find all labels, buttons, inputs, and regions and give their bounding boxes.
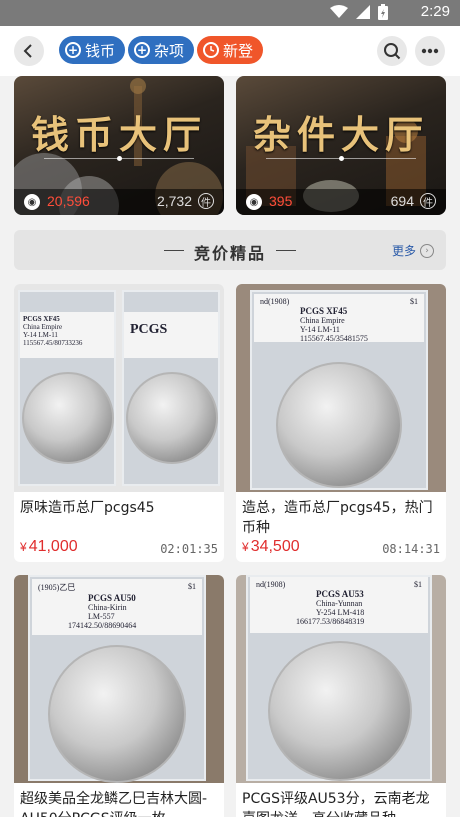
grade-denom: $1 [410, 297, 418, 306]
hall-dot [117, 156, 122, 161]
grade-cert: 115567.45/80733236 [23, 339, 83, 347]
compass-icon: ◉ [24, 194, 40, 210]
grade-label: PCGS XF45 China Empire Y-14 LM-11 115567… [20, 312, 114, 358]
hall-items: 694 件 [391, 193, 436, 209]
status-time: 2:29 [420, 3, 450, 20]
grade-sub: China Empire [23, 323, 63, 331]
compass-icon: ◉ [246, 194, 262, 210]
coin [48, 645, 186, 783]
chip-new[interactable]: 新登 [197, 36, 264, 64]
coin [276, 362, 402, 488]
chevron-right-icon: › [420, 243, 434, 258]
grade-ref: Y-254 LM-418 [316, 608, 365, 617]
product-card[interactable]: (1905)乙巳 $1 PCGS AU50 China-Kirin LM-557… [14, 575, 224, 817]
hall-coins[interactable]: 钱币大厅 ◉ 20,596 2,732 件 [14, 76, 224, 215]
price-value: 34,500 [250, 538, 300, 555]
grade-label: nd(1908) $1 PCGS XF45 China Empire Y-14 … [254, 294, 424, 343]
pcgs-logo: PCGS [124, 312, 218, 358]
hall-footer: ◉ 395 694 件 [236, 189, 446, 215]
search-button[interactable] [377, 36, 407, 66]
grade-year: (1905)乙巳 [38, 583, 76, 592]
hall-dot [339, 156, 344, 161]
grade-text: PCGS AU53 [316, 589, 364, 599]
signal-icon [356, 5, 370, 19]
hall-misc[interactable]: 杂件大厅 ◉ 395 694 件 [236, 76, 446, 215]
wifi-icon [330, 5, 348, 18]
grade-cert: 166177.53/86848319 [296, 617, 365, 626]
search-icon [384, 43, 401, 60]
featured-auctions-header: 竞价精品 更多 › [14, 230, 446, 270]
hall-title: 钱币大厅 [30, 112, 207, 157]
grade-text: PCGS AU50 [88, 593, 136, 603]
hall-items-count: 694 [390, 193, 414, 209]
hall-items-unit: 件 [198, 193, 214, 209]
product-name: 超级美品全龙鳞乙巳吉林大圆-AU50分PCGS评级一枚 [20, 791, 208, 817]
price-value: 41,000 [28, 538, 78, 555]
coin [22, 372, 114, 464]
hall-items-unit: 件 [420, 193, 436, 209]
grade-year: nd(1908) [260, 297, 290, 306]
plus-circle-icon: + [134, 42, 150, 58]
product-name: PCGS评级AU53分，云南老龙嘉图龙洋，高分收藏品种 [242, 791, 430, 817]
status-icons [330, 4, 388, 20]
clock-icon [203, 42, 219, 58]
grade-ref: LM-557 [88, 612, 115, 621]
grade-text: PCGS XF45 [300, 306, 348, 316]
currency-symbol: ¥ [20, 540, 27, 554]
chip-label: 钱币 [85, 41, 116, 60]
more-icon [421, 48, 439, 54]
top-bar: + 钱币 + 杂项 新登 [0, 26, 460, 76]
coin [126, 372, 218, 464]
grade-denom: $1 [188, 582, 196, 591]
grade-cert: 174142.50/88690464 [68, 621, 137, 630]
grade-cert: 115567.45/35481575 [300, 334, 368, 343]
chip-misc[interactable]: + 杂项 [128, 36, 195, 64]
hall-count: 395 [269, 193, 293, 209]
grade-sub: China-Yunnan [316, 599, 363, 608]
coin [268, 641, 412, 781]
hall-items-count: 2,732 [156, 193, 192, 209]
battery-icon [378, 4, 388, 20]
more-link[interactable]: 更多 › [392, 242, 434, 259]
product-photo: nd(1908) $1 PCGS AU53 China-Yunnan Y-254… [236, 575, 446, 783]
product-card[interactable]: PCGS XF45 China Empire Y-14 LM-11 115567… [14, 284, 224, 562]
product-price: ¥41,000 [20, 538, 78, 556]
more-options-button[interactable] [415, 36, 445, 66]
grade-text: PCGS XF45 [23, 315, 60, 323]
grade-year: nd(1908) [256, 580, 286, 589]
grade-sub: China Empire [300, 316, 345, 325]
chip-coins[interactable]: + 钱币 [59, 36, 126, 64]
product-card[interactable]: nd(1908) $1 PCGS XF45 China Empire Y-14 … [236, 284, 446, 562]
back-button[interactable] [14, 36, 44, 66]
countdown-timer: 08:14:31 [382, 542, 440, 556]
grade-denom: $1 [414, 580, 422, 589]
grade-label: nd(1908) $1 PCGS AU53 China-Yunnan Y-254… [250, 577, 428, 633]
grade-ref: Y-14 LM-11 [300, 325, 340, 334]
more-label: 更多 [391, 244, 416, 258]
chip-label: 杂项 [154, 41, 185, 60]
grade-ref: Y-14 LM-11 [23, 331, 58, 339]
status-bar: 2:29 [0, 0, 460, 26]
hall-items: 2,732 件 [157, 193, 214, 209]
hall-title: 杂件大厅 [252, 112, 429, 157]
plus-circle-icon: + [65, 42, 81, 58]
chevron-left-icon [23, 44, 32, 58]
product-photo: nd(1908) $1 PCGS XF45 China Empire Y-14 … [236, 284, 446, 492]
currency-symbol: ¥ [242, 540, 249, 554]
chip-label: 新登 [223, 41, 254, 60]
title-rule-right [276, 250, 296, 251]
section-title: 竞价精品 [193, 244, 266, 263]
product-photo: PCGS XF45 China Empire Y-14 LM-11 115567… [14, 284, 224, 492]
product-name: 原味造币总厂pcgs45 [20, 500, 155, 516]
hall-count: 20,596 [47, 193, 90, 209]
hall-footer: ◉ 20,596 2,732 件 [14, 189, 224, 215]
countdown-timer: 02:01:35 [160, 542, 218, 556]
product-photo: (1905)乙巳 $1 PCGS AU50 China-Kirin LM-557… [14, 575, 224, 783]
product-card[interactable]: nd(1908) $1 PCGS AU53 China-Yunnan Y-254… [236, 575, 446, 817]
grade-sub: China-Kirin [88, 603, 127, 612]
product-name: 造总，造币总厂pcgs45，热门币种 [242, 500, 433, 536]
product-price: ¥34,500 [242, 538, 300, 556]
grade-label: (1905)乙巳 $1 PCGS AU50 China-Kirin LM-557… [32, 579, 202, 635]
